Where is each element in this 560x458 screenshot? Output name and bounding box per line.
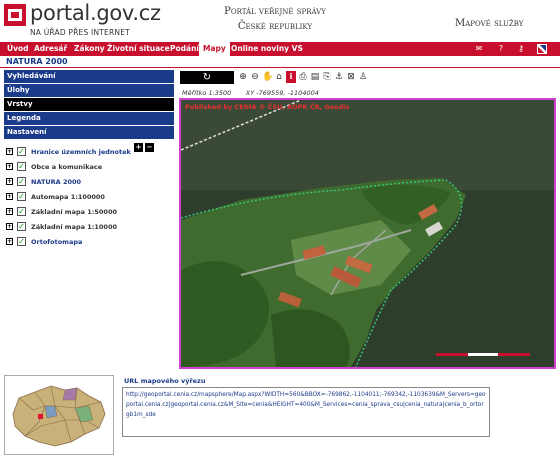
expand-icon[interactable]: + — [6, 223, 13, 230]
map-water-upper — [181, 100, 554, 190]
expand-icon[interactable]: + — [6, 148, 13, 155]
layer-item: + ✓ Automapa 1:100000 — [6, 191, 176, 206]
layer-item: + ✓ Ortofotomapa — [6, 236, 176, 251]
pan-icon[interactable]: ✋ — [262, 71, 273, 83]
mail-icon[interactable]: ✉ — [474, 44, 484, 54]
page-root: portal.gov.cz NA ÚŘAD PŘES INTERNET Port… — [0, 0, 560, 458]
home-icon[interactable]: ⌂ — [274, 71, 284, 83]
map-viewport[interactable]: Published by CENIA © ČSÚ, AOPK ČR, Geodi… — [179, 98, 556, 369]
scale-bar-red — [498, 353, 530, 356]
nav-item-uvod[interactable]: Úvod — [4, 42, 32, 56]
current-location-marker — [38, 414, 43, 419]
layer-checkbox[interactable]: ✓ — [17, 207, 26, 216]
region-highlight — [62, 387, 78, 401]
layer-checkbox[interactable]: ✓ — [17, 162, 26, 171]
overview-map[interactable] — [4, 375, 114, 455]
nav-item-zivotni-situace[interactable]: Životní situace — [104, 42, 173, 56]
left-panel: Vyhledávání Úlohy Vrstvy Legenda Nastave… — [4, 70, 174, 370]
czech-regions-map — [12, 385, 106, 447]
layer-checkbox[interactable]: ✓ — [17, 237, 26, 246]
zoom-out-icon[interactable]: ⊖ — [250, 71, 260, 83]
layer-label[interactable]: Ortofotomapa — [31, 236, 82, 249]
layer-label[interactable]: NATURA 2000 — [31, 176, 81, 189]
layer-checkbox[interactable]: ✓ — [17, 222, 26, 231]
layer-item: + ✓ Základní mapa 1:10000 — [6, 221, 176, 236]
map-toolbar: ↻ ⊕ ⊖ ✋ ⌂ i ⎙ ▤ ⎘ ⚓ ⊠ ♙ — [180, 70, 556, 86]
expand-icon[interactable]: + — [6, 193, 13, 200]
help-icon[interactable]: ? — [496, 44, 506, 54]
panel-header-vyhledavani[interactable]: Vyhledávání — [4, 70, 174, 83]
layer-checkbox[interactable]: ✓ — [17, 177, 26, 186]
map-attribution: Published by CENIA © ČSÚ, AOPK ČR, Geodi… — [185, 103, 350, 111]
flag-uk-icon[interactable] — [537, 44, 547, 54]
layer-label[interactable]: Základní mapa 1:10000 — [31, 221, 117, 234]
layer-list: + ✓ Hranice územních jednotek + ✓ Obce a… — [6, 146, 176, 251]
layer-item: + ✓ Obce a komunikace — [6, 161, 176, 176]
logo-text[interactable]: portal.gov.cz — [30, 1, 161, 25]
export-icon[interactable]: ▤ — [310, 71, 320, 83]
anchor-icon[interactable]: ⚓ — [334, 71, 344, 83]
nav-item-podani[interactable]: Podání — [167, 42, 202, 56]
layer-controls: + − — [134, 134, 156, 152]
print-icon[interactable]: ⎙ — [298, 71, 308, 83]
panel-header-vrstvy[interactable]: Vrstvy — [4, 98, 174, 111]
expand-icon[interactable]: + — [6, 178, 13, 185]
layer-label[interactable]: Základní mapa 1:50000 — [31, 206, 117, 219]
nav-item-mapy[interactable]: Mapy — [199, 42, 230, 56]
layer-item: + ✓ Hranice územních jednotek — [6, 146, 176, 161]
layer-item: + ✓ NATURA 2000 — [6, 176, 176, 191]
nav-item-zakony[interactable]: Zákony — [71, 42, 108, 56]
nav-item-online-noviny[interactable]: Online noviny VS — [228, 42, 306, 56]
portal-title-line2: České republiky — [237, 21, 313, 32]
user-icon[interactable]: ♙ — [358, 71, 368, 83]
portal-title-line1: Portál veřejné správy — [224, 6, 326, 17]
print-icon-2[interactable]: ⎘ — [322, 71, 332, 83]
expand-icon[interactable]: + — [6, 238, 13, 245]
expand-icon[interactable]: + — [6, 163, 13, 170]
portal-title: Portál veřejné správy České republiky — [200, 4, 350, 34]
portal-logo-icon[interactable] — [4, 4, 26, 26]
layer-label[interactable]: Automapa 1:100000 — [31, 191, 105, 204]
panel-header-legenda[interactable]: Legenda — [4, 112, 174, 125]
title-divider — [0, 67, 560, 68]
scale-bar-white — [468, 353, 498, 356]
region-praha — [44, 405, 58, 419]
main-nav: Úvod Adresář Zákony Životní situace Podá… — [0, 42, 560, 56]
key-icon[interactable]: ⚷ — [516, 44, 526, 54]
panel-header-ulohy[interactable]: Úlohy — [4, 84, 174, 97]
layer-label[interactable]: Hranice územních jednotek — [31, 146, 131, 159]
zoom-in-icon[interactable]: ⊕ — [238, 71, 248, 83]
orthophoto-map — [181, 100, 554, 367]
scale-coords: Měřítko 1:3500 XY -769559, -1104004 — [182, 89, 319, 97]
expand-icon[interactable]: + — [6, 208, 13, 215]
section-title: Mapové služby — [455, 18, 524, 29]
measure-icon[interactable]: ⊠ — [346, 71, 356, 83]
layer-item: + ✓ Základní mapa 1:50000 — [6, 206, 176, 221]
url-textarea[interactable]: http://geoportal.cenia.cz/mapsphere/Map.… — [122, 387, 490, 437]
info-icon[interactable]: i — [286, 71, 296, 83]
page-title: NATURA 2000 — [6, 57, 68, 66]
nav-item-adresar[interactable]: Adresář — [31, 42, 70, 56]
layer-label[interactable]: Obce a komunikace — [31, 161, 102, 174]
layer-checkbox[interactable]: ✓ — [17, 147, 26, 156]
url-section-label: URL mapového výřezu — [124, 377, 206, 385]
refresh-button[interactable]: ↻ — [180, 71, 234, 84]
scale-bar-red — [436, 353, 468, 356]
coords-readout: XY -769559, -1104004 — [245, 89, 319, 97]
layer-checkbox[interactable]: ✓ — [17, 192, 26, 201]
site-header: portal.gov.cz NA ÚŘAD PŘES INTERNET Port… — [0, 0, 560, 42]
scale-label: Měřítko 1:3500 — [182, 89, 232, 97]
logo-subtitle: NA ÚŘAD PŘES INTERNET — [30, 28, 130, 37]
